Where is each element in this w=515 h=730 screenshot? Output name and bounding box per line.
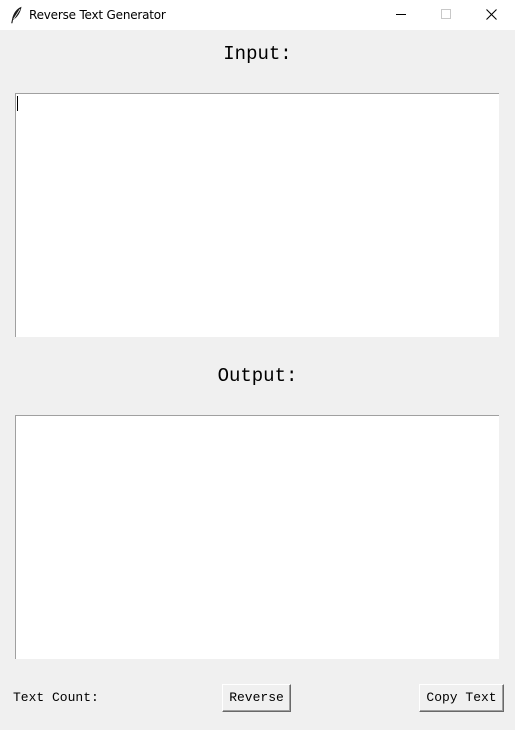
close-button[interactable] bbox=[469, 0, 515, 30]
maximize-icon bbox=[441, 9, 451, 19]
title-bar: Reverse Text Generator bbox=[0, 0, 515, 30]
copy-text-button[interactable]: Copy Text bbox=[419, 684, 504, 712]
output-heading: Output: bbox=[217, 365, 298, 387]
input-textbox[interactable] bbox=[15, 93, 499, 337]
text-count-label: Text Count: bbox=[13, 690, 99, 705]
minimize-button[interactable] bbox=[378, 0, 424, 30]
close-icon bbox=[486, 9, 497, 20]
reverse-button[interactable]: Reverse bbox=[222, 684, 291, 712]
text-cursor bbox=[17, 96, 18, 111]
window-title: Reverse Text Generator bbox=[29, 8, 166, 22]
input-heading: Input: bbox=[223, 43, 292, 65]
minimize-icon bbox=[396, 14, 406, 15]
feather-icon bbox=[9, 6, 23, 24]
maximize-button[interactable] bbox=[423, 0, 469, 30]
output-textbox[interactable] bbox=[15, 415, 499, 659]
